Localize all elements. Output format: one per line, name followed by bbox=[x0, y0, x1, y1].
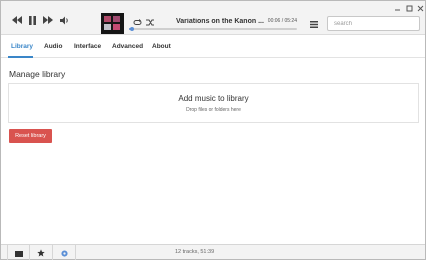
reset-library-button[interactable]: Reset library bbox=[9, 129, 52, 143]
progress-bar[interactable] bbox=[129, 27, 297, 31]
repeat-icon[interactable] bbox=[131, 17, 143, 27]
pause-icon[interactable] bbox=[26, 15, 38, 25]
active-tab-indicator bbox=[8, 56, 33, 58]
close-icon[interactable] bbox=[416, 4, 424, 12]
album-cover bbox=[101, 13, 124, 34]
playlist-view-button[interactable] bbox=[7, 245, 30, 260]
dropzone-subtitle: Drop files or folders here bbox=[186, 107, 241, 113]
star-icon bbox=[37, 244, 45, 260]
maximize-icon[interactable] bbox=[405, 4, 413, 12]
drop-zone[interactable]: Add music to library Drop files or folde… bbox=[8, 83, 419, 123]
library-status: 12 tracks, 51:39 bbox=[175, 249, 215, 255]
section-title: Manage library bbox=[9, 69, 66, 79]
queue-list-icon[interactable] bbox=[308, 19, 320, 29]
tab-advanced[interactable]: Advanced bbox=[112, 43, 143, 50]
tab-interface[interactable]: Interface bbox=[74, 43, 101, 50]
skip-forward-icon[interactable] bbox=[42, 15, 54, 25]
tab-library[interactable]: Library bbox=[11, 43, 33, 50]
dropzone-title: Add music to library bbox=[178, 94, 249, 103]
shuffle-icon[interactable] bbox=[144, 17, 156, 27]
tab-about[interactable]: About bbox=[152, 43, 171, 50]
volume-icon[interactable] bbox=[59, 15, 71, 25]
skip-back-icon[interactable] bbox=[11, 15, 23, 25]
player-toolbar: Variations on the Kanon ... 00:06 / 05:2… bbox=[1, 1, 425, 35]
track-time: 00:06 / 05:24 bbox=[267, 18, 297, 24]
favorites-view-button[interactable] bbox=[30, 245, 53, 260]
tab-audio[interactable]: Audio bbox=[44, 43, 62, 50]
search-input[interactable] bbox=[327, 16, 420, 31]
settings-view-button[interactable] bbox=[53, 245, 76, 260]
settings-icon bbox=[60, 244, 68, 260]
track-title: Variations on the Kanon ... bbox=[176, 18, 264, 25]
progress-handle[interactable] bbox=[130, 27, 135, 31]
settings-tabs: Library Audio Interface Advanced About bbox=[1, 36, 425, 58]
app-window: Variations on the Kanon ... 00:06 / 05:2… bbox=[0, 0, 426, 260]
status-bar: 12 tracks, 51:39 bbox=[1, 244, 425, 260]
minimize-icon[interactable] bbox=[393, 4, 401, 12]
playlist-icon bbox=[14, 244, 23, 260]
